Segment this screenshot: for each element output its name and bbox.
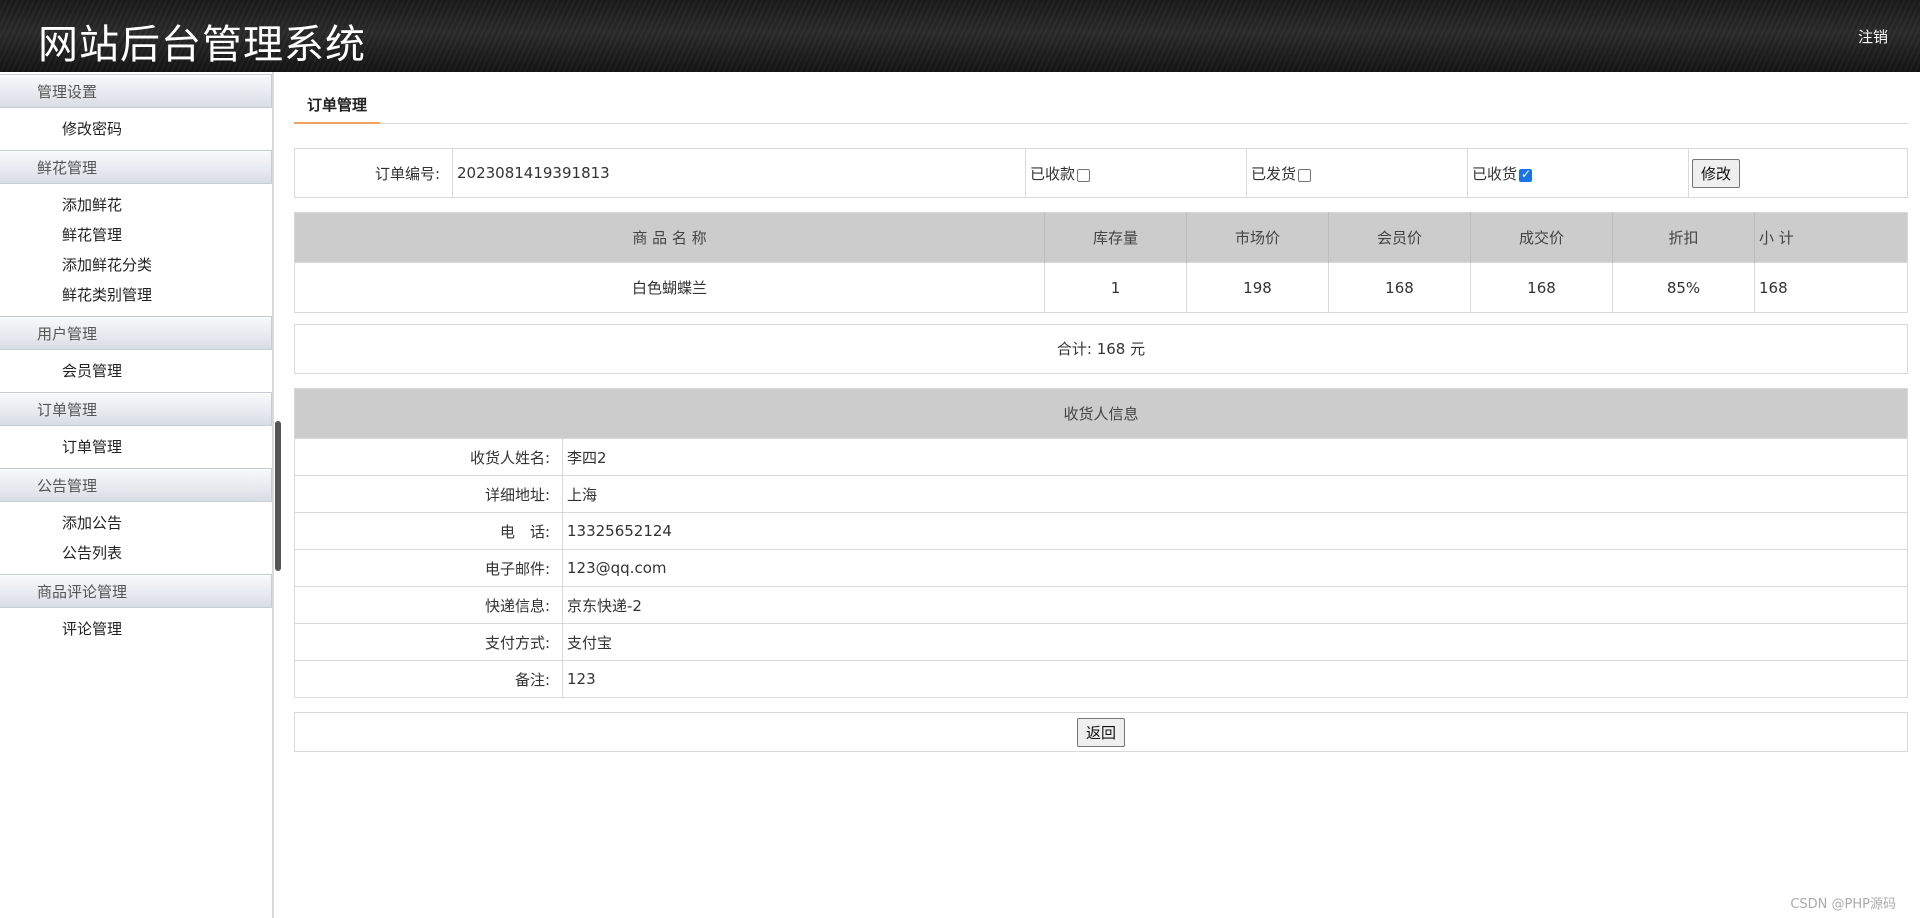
modify-button[interactable]: 修改 <box>1692 158 1741 188</box>
shipped-cell: 已发货 <box>1246 148 1468 198</box>
receiver-field-value: 上海 <box>562 475 1908 513</box>
site-title: 网站后台管理系统 <box>38 22 366 68</box>
receiver-row: 收货人姓名: 李四2 <box>294 438 1908 476</box>
sidebar-item[interactable]: 订单管理 <box>0 432 272 462</box>
receiver-row: 电子邮件: 123@qq.com <box>294 549 1908 587</box>
shipped-label: 已发货 <box>1251 164 1297 183</box>
paid-cell: 已收款 <box>1025 148 1247 198</box>
sidebar-group-items: 添加鲜花 鲜花管理 添加鲜花分类 鲜花类别管理 <box>0 186 272 314</box>
goods-header-row: 商 品 名 称库存量 市场价 会员价 成交价 折扣小 计 <box>294 212 1908 263</box>
receiver-row: 详细地址: 上海 <box>294 475 1908 513</box>
received-checkbox[interactable] <box>1519 167 1533 182</box>
receiver-field-label: 支付方式: <box>294 623 563 661</box>
goods-column-header: 库存量 <box>1044 212 1187 263</box>
sidebar-group-header[interactable]: 管理设置 <box>0 74 272 108</box>
receiver-field-value: 13325652124 <box>562 512 1908 550</box>
receiver-field-label: 收货人姓名: <box>294 438 563 476</box>
goods-table: 商 品 名 称库存量 市场价 会员价 成交价 折扣小 计 白色蝴蝶兰 1 198 168 168… <box>294 212 1908 313</box>
goods-cell: 白色蝴蝶兰 <box>294 262 1045 313</box>
goods-cell: 168 <box>1470 262 1613 313</box>
tab-order-management[interactable]: 订单管理 <box>294 88 381 124</box>
goods-cell: 168 <box>1754 262 1908 313</box>
goods-column-header: 会员价 <box>1328 212 1471 263</box>
receiver-title: 收货人信息 <box>294 388 1908 439</box>
receiver-field-label: 快递信息: <box>294 586 563 624</box>
sidebar-item[interactable]: 鲜花管理 <box>0 220 272 250</box>
receiver-table: 收货人信息 收货人姓名: 李四2 详细地址: 上海电 话: 13325652124 电子邮… <box>294 388 1908 698</box>
sidebar: 管理设置 修改密码 鲜花管理 添加鲜花 鲜花管理 添加鲜花分类 鲜花类别管理 用户管理 会员管理… <box>0 72 274 918</box>
modify-cell: 修改 <box>1689 149 1908 198</box>
goods-cell: 168 <box>1328 262 1471 313</box>
sidebar-item[interactable]: 公告列表 <box>0 538 272 568</box>
sidebar-group-header[interactable]: 公告管理 <box>0 468 272 502</box>
sidebar-group-items: 评论管理 <box>0 610 272 648</box>
shipped-checkbox[interactable] <box>1298 168 1312 182</box>
receiver-field-label: 备注: <box>294 660 563 698</box>
receiver-row: 备注: 123 <box>294 660 1908 698</box>
receiver-field-value: 支付宝 <box>562 623 1908 661</box>
paid-checkbox[interactable] <box>1077 168 1091 182</box>
sidebar-item[interactable]: 添加公告 <box>0 508 272 538</box>
sidebar-item[interactable]: 修改密码 <box>0 114 272 144</box>
receiver-field-label: 详细地址: <box>294 475 563 513</box>
sidebar-item[interactable]: 评论管理 <box>0 614 272 644</box>
sidebar-group-items: 订单管理 <box>0 428 272 466</box>
received-cell: 已收货 <box>1467 148 1689 198</box>
paid-label: 已收款 <box>1030 164 1076 183</box>
main-content: 订单管理 订单编号: 2023081419391813 已收款 已发货 已收货 … <box>294 72 1908 918</box>
order-info-table: 订单编号: 2023081419391813 已收款 已发货 已收货 修改 <box>294 148 1908 198</box>
back-button[interactable]: 返回 <box>1076 718 1125 747</box>
receiver-field-value: 京东快递-2 <box>562 586 1908 624</box>
receiver-field-value: 123@qq.com <box>562 549 1908 587</box>
sidebar-group-items: 会员管理 <box>0 352 272 390</box>
goods-row: 白色蝴蝶兰 1 198 168 168 85% 168 <box>294 262 1908 313</box>
sidebar-group-header[interactable]: 用户管理 <box>0 316 272 350</box>
sidebar-item[interactable]: 添加鲜花 <box>0 190 272 220</box>
order-number-value: 2023081419391813 <box>452 148 1026 198</box>
sidebar-group-items: 添加公告 公告列表 <box>0 504 272 572</box>
receiver-field-value: 李四2 <box>562 438 1908 476</box>
order-total: 合计: 168 元 <box>294 324 1908 374</box>
goods-column-header: 市场价 <box>1186 212 1329 263</box>
logout-link[interactable]: 注销 <box>1858 26 1888 47</box>
receiver-row: 快递信息: 京东快递-2 <box>294 586 1908 624</box>
goods-cell: 85% <box>1612 262 1755 313</box>
tab-bar: 订单管理 <box>294 88 1908 124</box>
sidebar-group-header[interactable]: 订单管理 <box>0 392 272 426</box>
top-header: 网站后台管理系统 注销 <box>0 0 1920 72</box>
watermark: CSDN @PHP源码 <box>1790 897 1896 912</box>
goods-column-header: 成交价 <box>1470 212 1613 263</box>
sidebar-resize-handle[interactable] <box>275 421 281 571</box>
receiver-field-label: 电 话: <box>294 512 563 550</box>
goods-column-header: 折扣 <box>1612 212 1755 263</box>
back-row: 返回 <box>294 712 1908 752</box>
goods-column-header: 小 计 <box>1754 212 1908 263</box>
sidebar-group-header[interactable]: 商品评论管理 <box>0 574 272 608</box>
receiver-field-value: 123 <box>562 660 1908 698</box>
receiver-row: 支付方式: 支付宝 <box>294 623 1908 661</box>
goods-cell: 1 <box>1044 262 1187 313</box>
sidebar-item[interactable]: 会员管理 <box>0 356 272 386</box>
sidebar-item[interactable]: 添加鲜花分类 <box>0 250 272 280</box>
sidebar-group-items: 修改密码 <box>0 110 272 148</box>
receiver-field-label: 电子邮件: <box>294 549 563 587</box>
received-label: 已收货 <box>1472 164 1518 183</box>
receiver-row: 电 话: 13325652124 <box>294 512 1908 550</box>
sidebar-group-header[interactable]: 鲜花管理 <box>0 150 272 184</box>
sidebar-item[interactable]: 鲜花类别管理 <box>0 280 272 310</box>
goods-column-header: 商 品 名 称 <box>294 212 1045 263</box>
order-number-label: 订单编号: <box>294 148 453 198</box>
goods-cell: 198 <box>1186 262 1329 313</box>
